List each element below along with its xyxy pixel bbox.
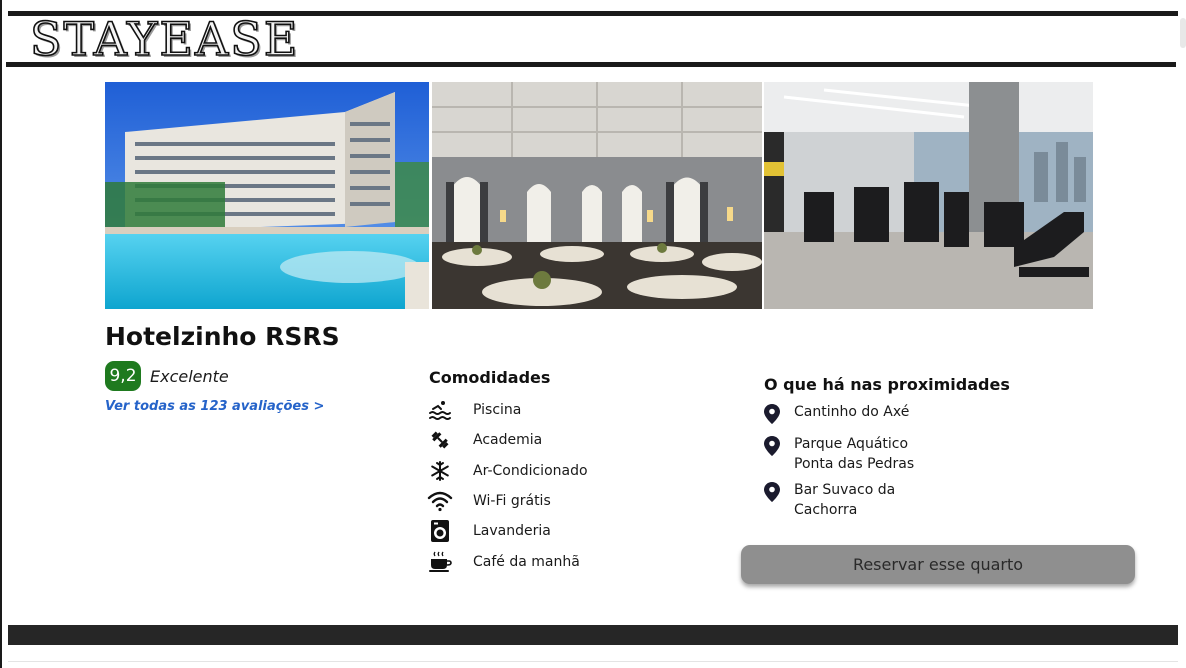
amenity-label: Ar-Condicionado xyxy=(473,463,588,479)
wifi-icon xyxy=(427,488,453,514)
map-pin-icon xyxy=(764,404,780,428)
header-divider xyxy=(6,62,1176,67)
amenity-label: Lavanderia xyxy=(473,523,551,539)
amenity-item: Wi-Fi grátis xyxy=(427,487,627,515)
scrollbar[interactable] xyxy=(1180,18,1186,48)
page: STAYEASE Hotelzinho RSRS 9,2 Excelente V… xyxy=(0,0,1186,668)
amenity-label: Academia xyxy=(473,432,543,448)
dumbbell-icon xyxy=(427,427,453,453)
amenity-item: Café da manhã xyxy=(427,548,627,576)
reserve-room-button[interactable]: Reservar esse quarto xyxy=(741,545,1135,584)
hotel-pool-photo[interactable] xyxy=(105,82,429,309)
amenity-label: Wi-Fi grátis xyxy=(473,493,551,509)
amenity-item: Piscina xyxy=(427,396,627,424)
amenity-item: Academia xyxy=(427,426,627,454)
gym-photo[interactable] xyxy=(764,82,1093,309)
rating-label: Excelente xyxy=(150,367,229,386)
amenity-item: Lavanderia xyxy=(427,517,627,545)
amenity-label: Piscina xyxy=(473,402,522,418)
map-pin-icon xyxy=(764,482,780,506)
nearby-label: Parque Aquático Ponta das Pedras xyxy=(794,436,915,472)
stayease-logo[interactable]: STAYEASE xyxy=(29,13,299,65)
amenity-item: Ar-Condicionado xyxy=(427,457,627,485)
coffee-cup-icon xyxy=(427,549,453,575)
rating-score-badge: 9,2 xyxy=(105,361,141,391)
washing-machine-icon xyxy=(427,518,453,544)
footer-divider xyxy=(8,661,1178,662)
map-pin-icon xyxy=(764,436,780,460)
snowflake-icon xyxy=(427,458,453,484)
nearby-label: Cantinho do Axé xyxy=(794,404,910,420)
view-all-reviews-link[interactable]: Ver todas as 123 avaliações > xyxy=(105,399,324,414)
nearby-title: O que há nas proximidades xyxy=(764,375,1010,394)
nearby-label: Bar Suvaco da Cachorra xyxy=(794,482,896,518)
footer-bar xyxy=(8,625,1178,645)
amenity-label: Café da manhã xyxy=(473,554,580,570)
amenities-title: Comodidades xyxy=(429,368,551,387)
swimming-icon xyxy=(427,397,453,423)
hotel-name: Hotelzinho RSRS xyxy=(105,322,340,351)
banquet-hall-photo[interactable] xyxy=(432,82,762,309)
